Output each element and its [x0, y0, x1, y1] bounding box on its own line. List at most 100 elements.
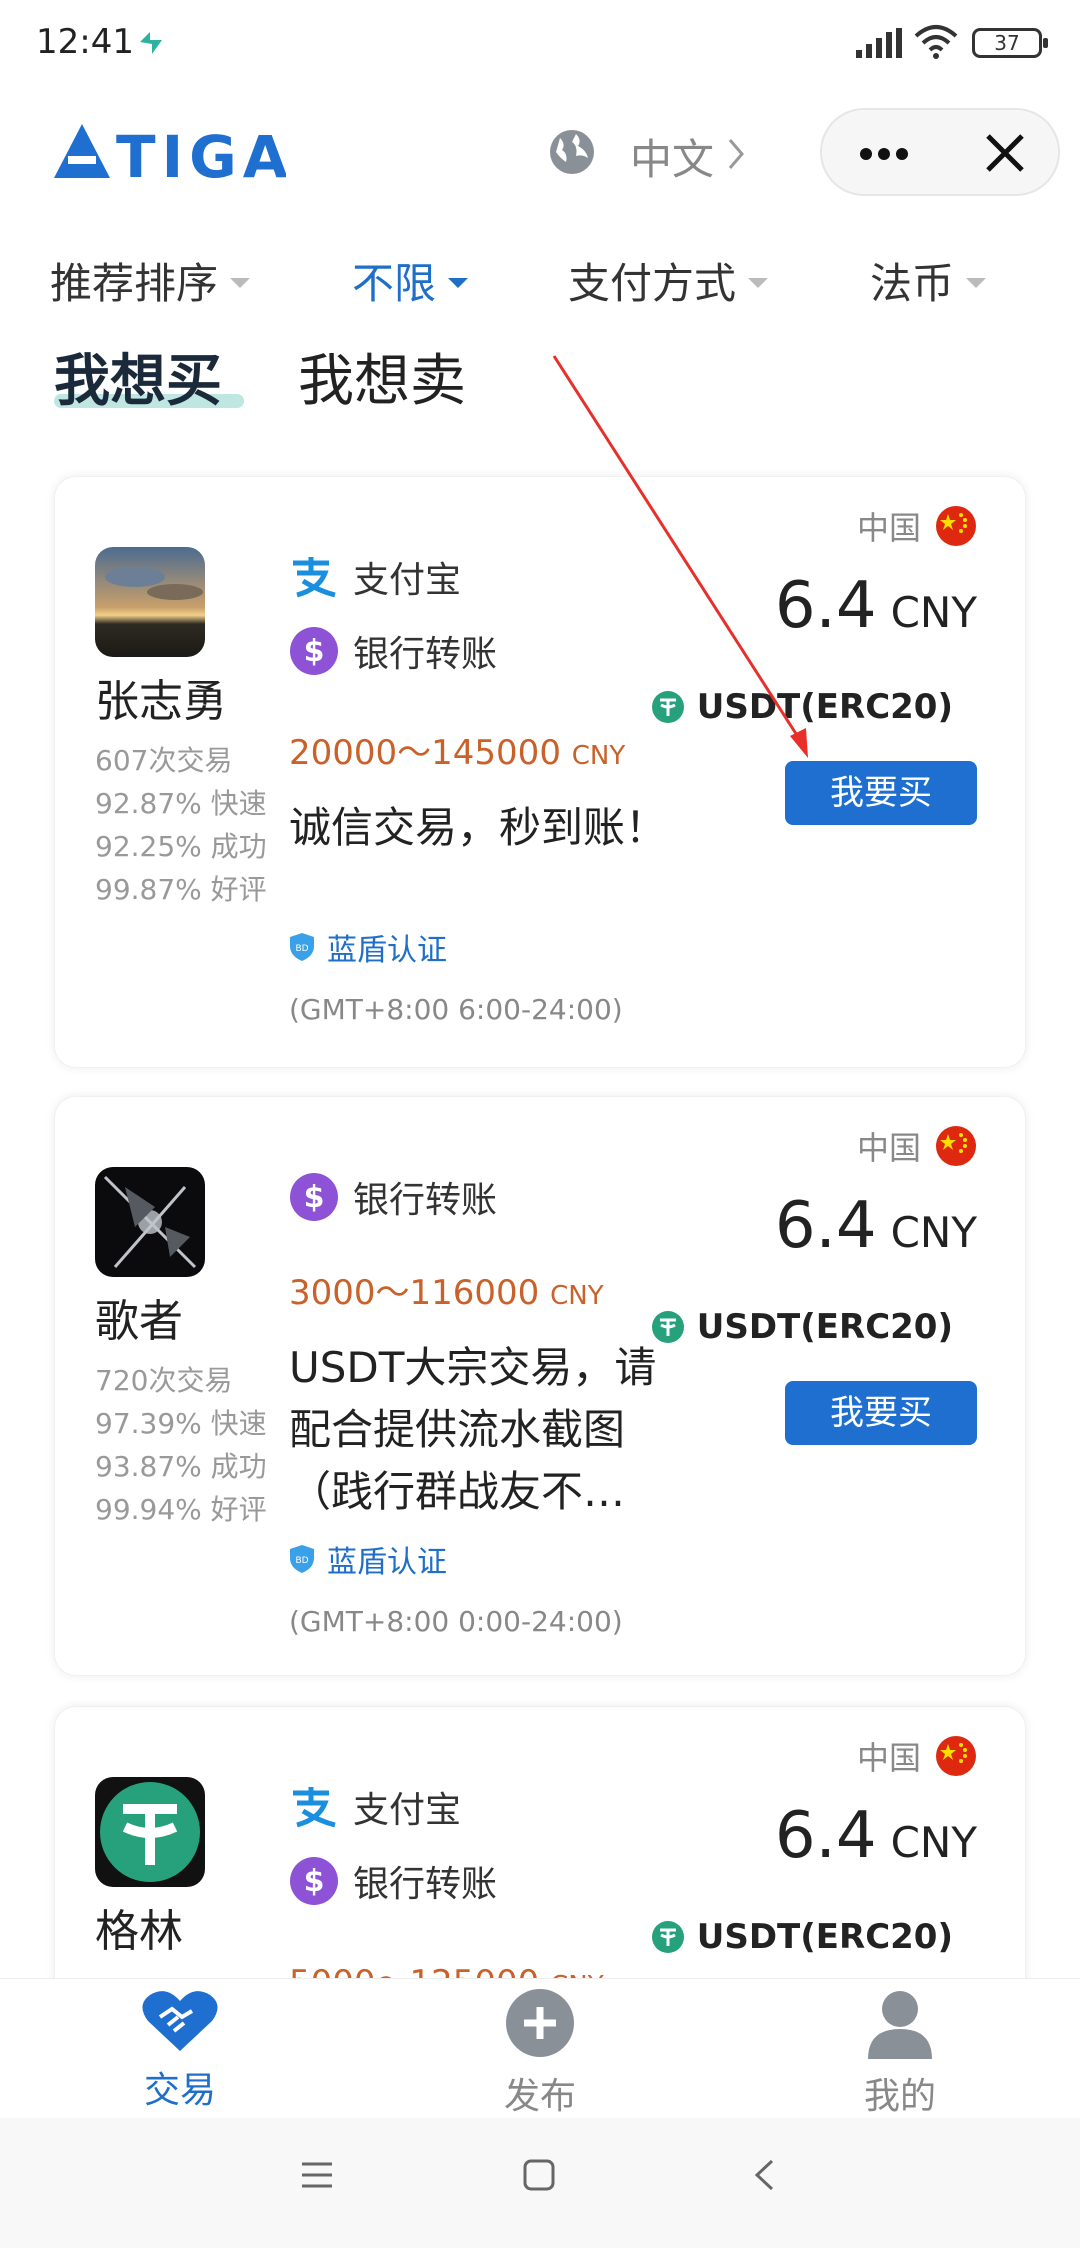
verified-badge: BD 蓝盾认证: [289, 925, 447, 969]
china-flag-icon: [936, 1736, 976, 1776]
shield-icon: BD: [290, 1545, 314, 1573]
usdt-icon: [651, 1921, 684, 1953]
coin-label: USDT(ERC20): [696, 1307, 953, 1347]
svg-text:$: $: [304, 634, 325, 669]
coin-label: USDT(ERC20): [696, 687, 953, 727]
caret-down-icon: [966, 277, 987, 288]
trader-stats: 720次交易 97.39% 快速 93.87% 成功 99.94% 好评: [95, 1359, 267, 1531]
nav-label: 交易: [143, 2070, 216, 2111]
coin-label: USDT(ERC20): [696, 1917, 953, 1957]
menu-icon[interactable]: [300, 2158, 334, 2192]
svg-text:$: $: [304, 1864, 325, 1899]
range-unit: CNY: [550, 1281, 604, 1311]
avatar[interactable]: [95, 1167, 205, 1277]
country-label: 中国: [856, 509, 921, 547]
signal-icon: [856, 28, 902, 58]
filter-label: 推荐排序: [50, 259, 219, 308]
nav-trade[interactable]: 交易: [80, 1987, 280, 2113]
dollar-circle-icon: $: [290, 1857, 338, 1905]
trade-count: 607次交易: [95, 744, 233, 777]
handshake-heart-icon: [142, 1991, 218, 2051]
svg-text:$: $: [304, 1180, 325, 1215]
filter-amount[interactable]: 不限: [352, 250, 469, 311]
coin: USDT(ERC20): [651, 1917, 953, 1957]
shield-icon: BD: [290, 933, 314, 961]
filter-payment[interactable]: 支付方式: [568, 250, 769, 311]
alipay-icon: [293, 1787, 336, 1828]
badge-label: 蓝盾认证: [327, 933, 447, 968]
speed-rate: 97.39% 快速: [95, 1407, 267, 1440]
listing-card[interactable]: 张志勇 607次交易 92.87% 快速 92.25% 成功 99.87% 好评…: [54, 476, 1026, 1068]
coin: USDT(ERC20): [651, 1307, 953, 1347]
caret-down-icon: [230, 277, 251, 288]
price: 6.4 CNY: [775, 569, 977, 643]
usdt-icon: [651, 691, 684, 723]
payment-bank: $ 银行转账: [289, 1171, 497, 1223]
price-value: 6.4: [774, 1799, 877, 1873]
amount-range: 3000～116000 CNY: [289, 1265, 604, 1314]
china-flag-icon: [936, 1126, 976, 1166]
back-icon[interactable]: [752, 2158, 776, 2192]
price-value: 6.4: [774, 569, 877, 643]
payment-label: 支付宝: [353, 1790, 462, 1831]
payment-label: 银行转账: [353, 1180, 498, 1221]
app-notification-icon: [140, 32, 162, 54]
caret-down-icon: [448, 277, 469, 288]
username: 格林: [95, 1906, 183, 1957]
trader-stats: 607次交易 92.87% 快速 92.25% 成功 99.87% 好评: [95, 739, 267, 911]
buy-button[interactable]: 我要买: [785, 1381, 977, 1445]
plus-circle-icon: [506, 1989, 574, 2057]
wifi-icon: [914, 25, 958, 59]
nav-label: 发布: [503, 2076, 576, 2117]
nav-publish[interactable]: 发布: [440, 1987, 640, 2119]
dollar-circle-icon: $: [290, 627, 338, 675]
price: 6.4 CNY: [775, 1189, 977, 1263]
globe-icon[interactable]: [548, 128, 596, 176]
battery-indicator: 37: [972, 28, 1048, 58]
china-flag-icon: [936, 506, 976, 546]
close-icon[interactable]: [982, 130, 1028, 176]
filter-sort[interactable]: 推荐排序: [50, 250, 251, 311]
country: 中国: [857, 1733, 977, 1779]
filter-fiat[interactable]: 法币: [870, 250, 987, 311]
country-label: 中国: [856, 1129, 921, 1167]
price: 6.4 CNY: [775, 1799, 977, 1873]
more-icon[interactable]: [858, 136, 910, 172]
miniapp-capsule: [820, 108, 1060, 196]
status-bar: 12:41 37: [0, 0, 1080, 90]
svg-text:BD: BD: [295, 1556, 308, 1566]
username: 张志勇: [95, 676, 227, 727]
payment-alipay: 支付宝: [289, 551, 461, 603]
trade-count: 720次交易: [95, 1364, 233, 1397]
avatar[interactable]: [95, 1777, 205, 1887]
listing-description: USDT大宗交易，请配合提供流水截图（践行群战友不…: [289, 1343, 657, 1516]
filter-label: 支付方式: [568, 259, 737, 308]
tab-sell[interactable]: 我想卖: [298, 336, 466, 417]
system-nav-bar: [0, 2118, 1080, 2248]
payment-label: 银行转账: [353, 1864, 498, 1905]
filter-label: 法币: [870, 259, 955, 308]
country: 中国: [857, 503, 977, 549]
badge-label: 蓝盾认证: [327, 1545, 447, 1580]
coin: USDT(ERC20): [651, 687, 953, 727]
tab-buy[interactable]: 我想买: [54, 336, 222, 417]
success-rate: 92.25% 成功: [95, 830, 267, 863]
tiga-logo: TIGA: [54, 122, 288, 191]
chevron-right-icon[interactable]: [726, 136, 746, 172]
listing-description: 诚信交易，秒到账！: [289, 803, 668, 852]
payment-label: 支付宝: [353, 560, 462, 601]
listing-card[interactable]: 歌者 720次交易 97.39% 快速 93.87% 成功 99.94% 好评 …: [54, 1096, 1026, 1676]
success-rate: 93.87% 成功: [95, 1450, 267, 1483]
nav-mine[interactable]: 我的: [800, 1987, 1000, 2119]
svg-text:BD: BD: [295, 944, 308, 954]
caret-down-icon: [748, 277, 769, 288]
buy-button[interactable]: 我要买: [785, 761, 977, 825]
home-icon[interactable]: [522, 2158, 556, 2192]
rating-rate: 99.94% 好评: [95, 1493, 267, 1526]
filter-bar: 推荐排序 不限 支付方式 法币: [0, 240, 1080, 320]
avatar[interactable]: [95, 547, 205, 657]
price-unit: CNY: [890, 588, 977, 637]
language-selector[interactable]: 中文: [630, 126, 714, 187]
price-unit: CNY: [890, 1818, 977, 1867]
range-value: 3000～116000: [289, 1273, 540, 1313]
